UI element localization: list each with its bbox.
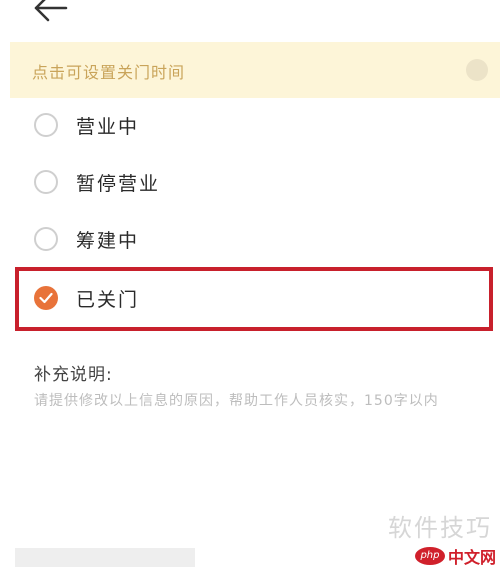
option-open[interactable]: 营业中 xyxy=(22,100,490,152)
option-label: 筹建中 xyxy=(76,230,140,252)
supplement-input[interactable]: 请提供修改以上信息的原因，帮助工作人员核实，150字以内 xyxy=(34,390,474,412)
radio-unchecked-icon[interactable] xyxy=(34,113,58,137)
option-closed[interactable]: 已关门 xyxy=(22,273,490,325)
arrow-left-icon xyxy=(34,0,68,22)
radio-checked-icon[interactable] xyxy=(34,286,58,310)
radio-unchecked-icon[interactable] xyxy=(34,227,58,251)
option-label: 已关门 xyxy=(76,289,140,311)
radio-unchecked-icon[interactable] xyxy=(34,170,58,194)
closing-time-banner[interactable]: 点击可设置关门时间 xyxy=(10,42,500,98)
option-label: 暂停营业 xyxy=(76,173,161,195)
option-label: 营业中 xyxy=(76,116,140,138)
back-button[interactable] xyxy=(28,0,72,26)
option-paused[interactable]: 暂停营业 xyxy=(22,157,490,209)
banner-text: 点击可设置关门时间 xyxy=(32,63,186,82)
supplement-title: 补充说明: xyxy=(34,365,113,385)
option-preparing[interactable]: 筹建中 xyxy=(22,214,490,266)
php-logo: php xyxy=(414,547,445,565)
watermark-text: 软件技巧 xyxy=(388,514,492,542)
bottom-button-partial[interactable] xyxy=(15,548,195,567)
php-watermark-text: 中文网 xyxy=(447,548,496,567)
close-circle-icon[interactable] xyxy=(466,59,488,81)
php-watermark: php 中文网 xyxy=(414,546,496,567)
